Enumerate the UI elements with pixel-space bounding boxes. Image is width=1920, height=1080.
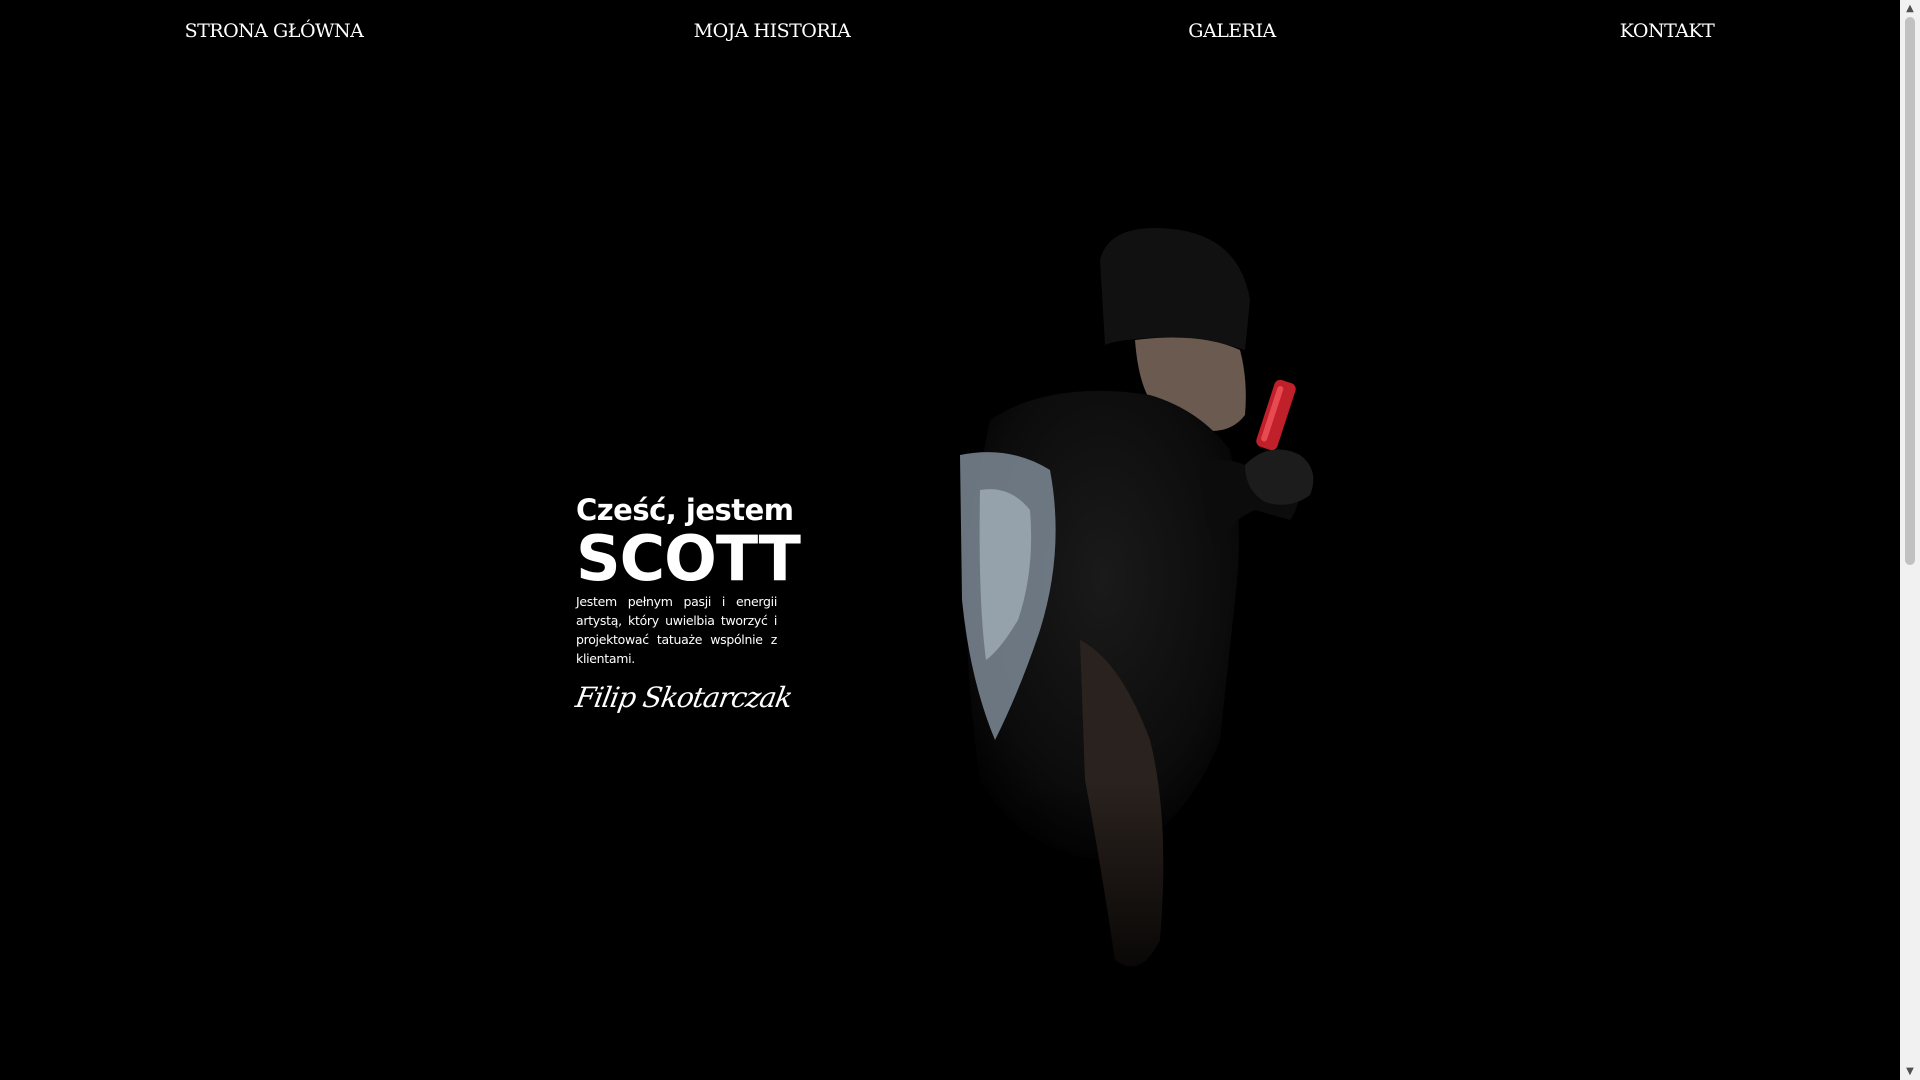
scrollbar-thumb[interactable] xyxy=(1905,17,1915,565)
nav-link-home[interactable]: STRONA GŁÓWNA xyxy=(185,20,364,42)
nav-link-contact[interactable]: KONTAKT xyxy=(1620,20,1715,42)
nav-link-gallery[interactable]: GALERIA xyxy=(1188,20,1276,42)
hero-name: SCOTT xyxy=(576,522,801,595)
hero-bio: Jestem pełnym pasji i energii artystą, k… xyxy=(576,594,777,666)
artist-signature: Filip Skotarczak xyxy=(573,681,795,714)
triangle-up-icon[interactable]: ▲ xyxy=(1900,0,1920,17)
main-navigation: STRONA GŁÓWNA MOJA HISTORIA GALERIA KONT… xyxy=(0,0,1900,66)
hero-intro: Cześć, jestem SCOTT Jestem pełnym pasji … xyxy=(573,492,801,718)
nav-link-my-story[interactable]: MOJA HISTORIA xyxy=(694,20,851,42)
triangle-down-icon[interactable]: ▼ xyxy=(1900,1063,1920,1080)
artist-photo xyxy=(900,220,1360,1020)
page-scrollbar[interactable]: ▲ ▼ xyxy=(1900,0,1920,1080)
